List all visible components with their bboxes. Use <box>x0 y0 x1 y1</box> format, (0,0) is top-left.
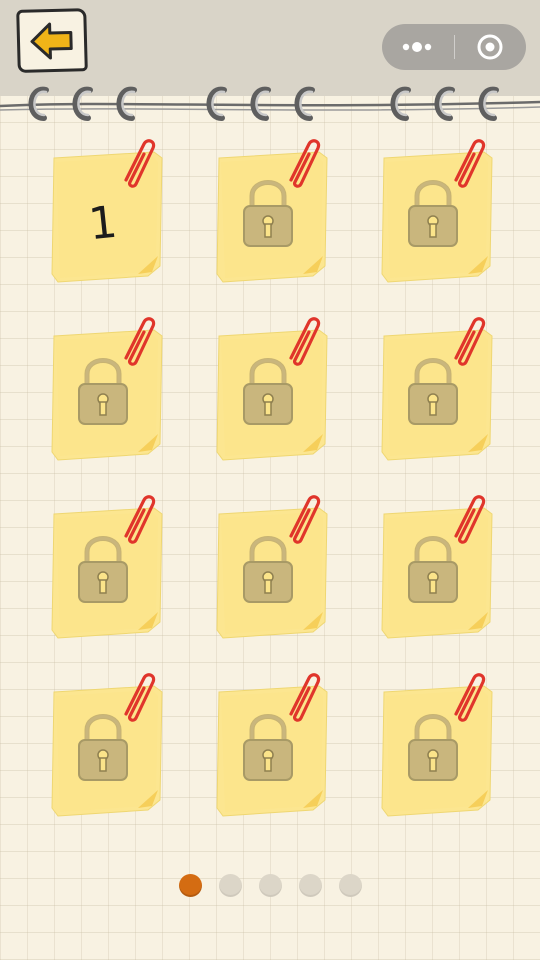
level-grid: 1 <box>0 0 540 960</box>
level-card-locked[interactable] <box>380 316 500 466</box>
level-card-locked[interactable] <box>380 672 500 822</box>
level-card-locked[interactable] <box>215 672 335 822</box>
page-indicator <box>0 874 540 900</box>
level-card-locked[interactable] <box>50 672 170 822</box>
page-dot[interactable] <box>299 874 322 897</box>
page-dot[interactable] <box>339 874 362 897</box>
page-dot[interactable] <box>259 874 282 897</box>
level-card-locked[interactable] <box>50 316 170 466</box>
level-card-locked[interactable] <box>215 494 335 644</box>
level-card-locked[interactable] <box>50 494 170 644</box>
level-number: 1 <box>86 196 120 251</box>
page-dot[interactable] <box>219 874 242 897</box>
level-card-unlocked[interactable]: 1 <box>50 138 170 288</box>
level-card-locked[interactable] <box>215 138 335 288</box>
level-card-locked[interactable] <box>380 138 500 288</box>
level-card-locked[interactable] <box>215 316 335 466</box>
level-card-locked[interactable] <box>380 494 500 644</box>
page-dot-active[interactable] <box>179 874 202 897</box>
